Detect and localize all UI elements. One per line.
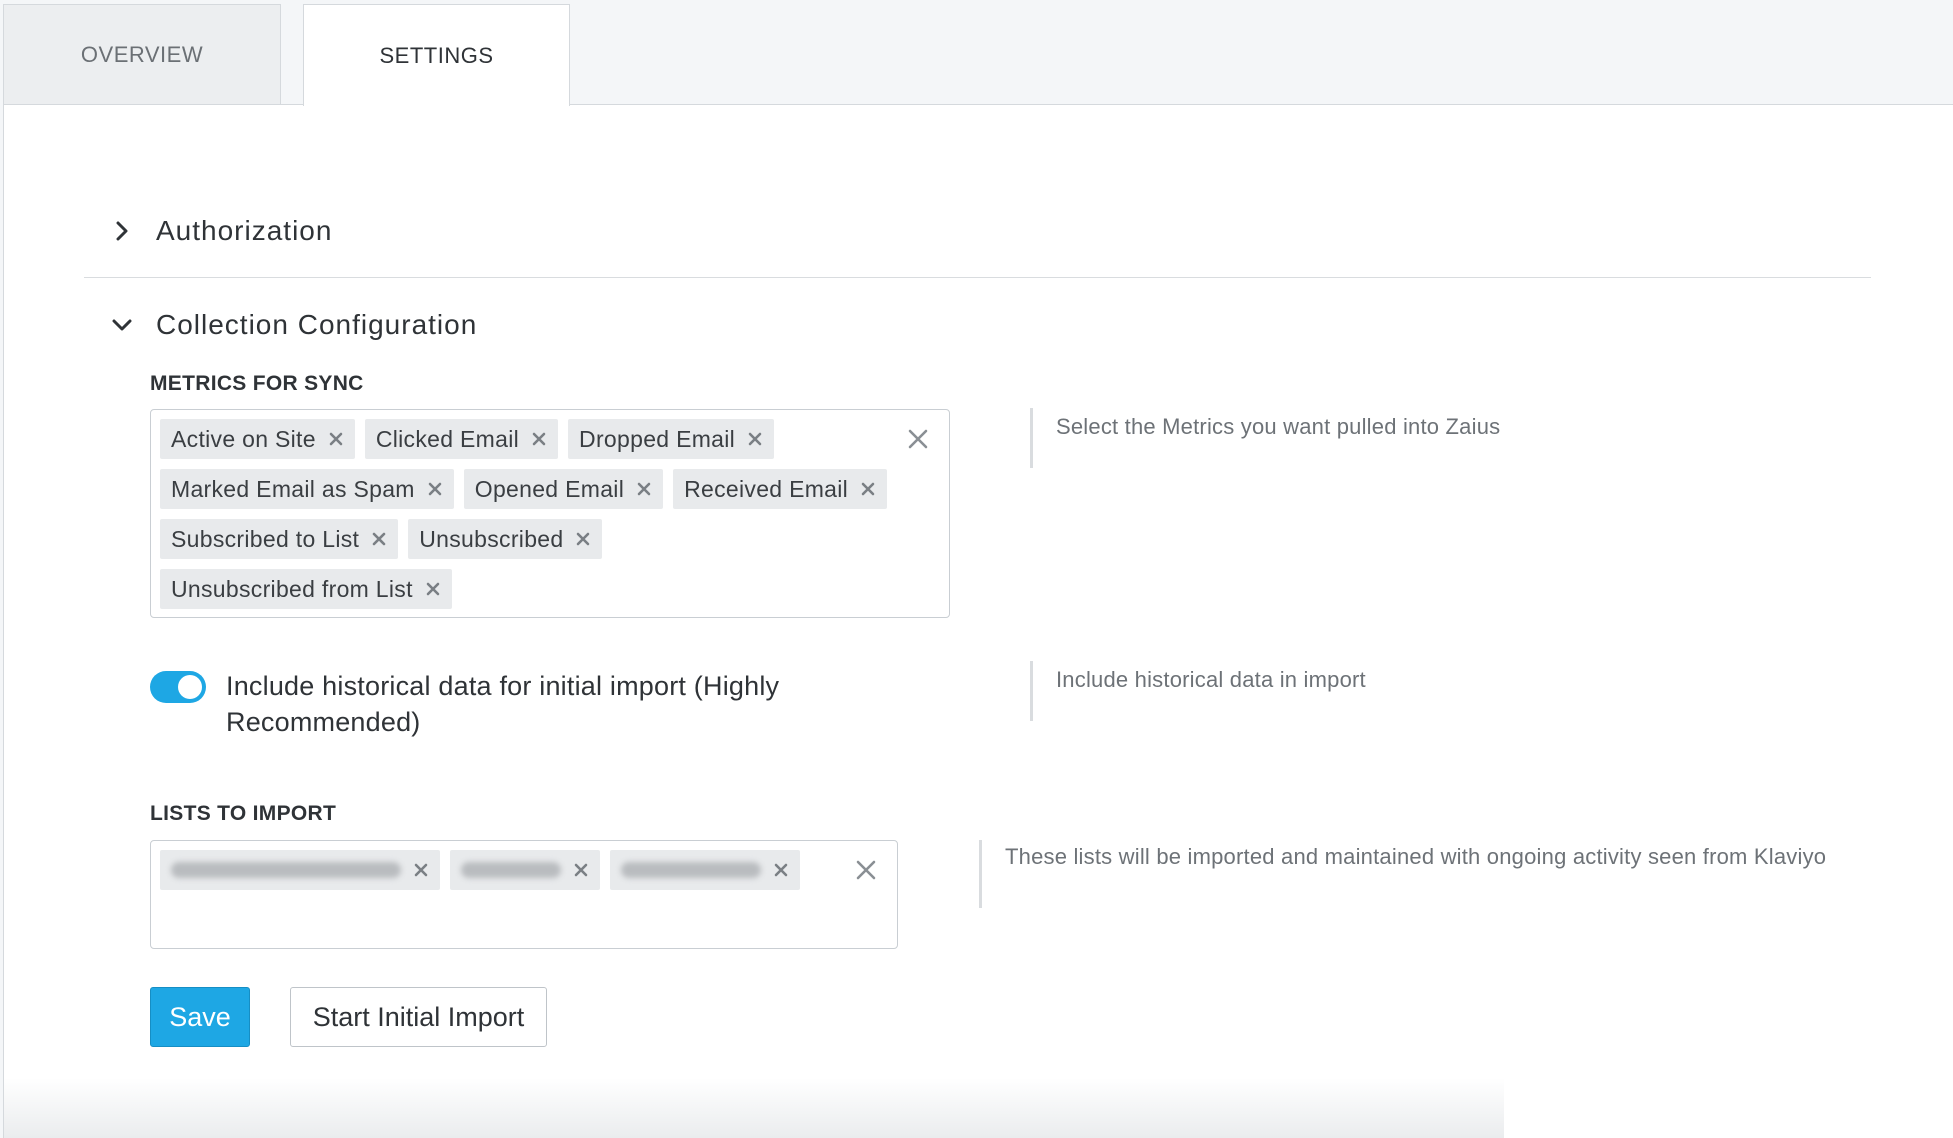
remove-chip-icon[interactable] [424,580,442,598]
metric-chip: Active on Site [160,419,355,459]
tab-settings[interactable]: SETTINGS [303,4,570,106]
section-title-collection: Collection Configuration [156,309,478,340]
toggle-knob [178,675,202,699]
remove-chip-icon[interactable] [412,861,430,879]
metric-chip: Subscribed to List [160,519,399,559]
section-authorization[interactable]: Authorization [108,215,332,247]
redacted-list-name [461,862,561,878]
section-title-authorization: Authorization [156,215,333,246]
metrics-help-text: Select the Metrics you want pulled into … [1030,408,1500,468]
panel-shade [4,1078,1504,1138]
remove-chip-icon[interactable] [859,480,877,498]
metric-chip: Received Email [673,469,888,509]
remove-chip-icon[interactable] [327,430,345,448]
metric-chip: Marked Email as Spam [160,469,454,509]
chevron-right-icon [108,217,136,245]
remove-chip-icon[interactable] [574,530,592,548]
historical-data-label: Include historical data for initial impo… [226,671,780,737]
metric-chip: Opened Email [463,469,664,509]
remove-chip-icon[interactable] [772,861,790,879]
settings-panel [3,104,1953,1138]
section-divider [84,277,1871,278]
lists-label: LISTS TO IMPORT [150,802,337,825]
remove-chip-icon[interactable] [635,480,653,498]
metric-chip: Unsubscribed from List [160,569,452,609]
save-button[interactable]: Save [150,987,250,1047]
metric-chip: Clicked Email [364,419,559,459]
metric-chip: Unsubscribed [408,519,603,559]
start-initial-import-button[interactable]: Start Initial Import [290,987,547,1047]
tab-overview[interactable]: OVERVIEW [3,4,281,105]
remove-chip-icon[interactable] [746,430,764,448]
list-chip [160,850,440,890]
remove-chip-icon[interactable] [370,530,388,548]
list-chip [610,850,800,890]
redacted-list-name [171,862,401,878]
lists-multiselect[interactable] [150,840,898,949]
remove-chip-icon[interactable] [426,480,444,498]
remove-chip-icon[interactable] [530,430,548,448]
clear-lists-icon[interactable] [853,857,879,883]
historical-data-toggle[interactable] [150,671,206,703]
clear-metrics-icon[interactable] [905,426,931,452]
lists-help-text: These lists will be imported and maintai… [979,840,1859,908]
metrics-label: METRICS FOR SYNC [150,372,364,395]
chevron-down-icon [108,311,136,339]
historical-help-text: Include historical data in import [1030,661,1366,721]
list-chip [450,850,600,890]
metric-chip: Dropped Email [568,419,775,459]
metrics-multiselect[interactable]: Active on Site Clicked Email Dropped Ema… [150,409,950,618]
redacted-list-name [621,862,761,878]
remove-chip-icon[interactable] [572,861,590,879]
section-collection-configuration[interactable]: Collection Configuration [108,309,477,341]
